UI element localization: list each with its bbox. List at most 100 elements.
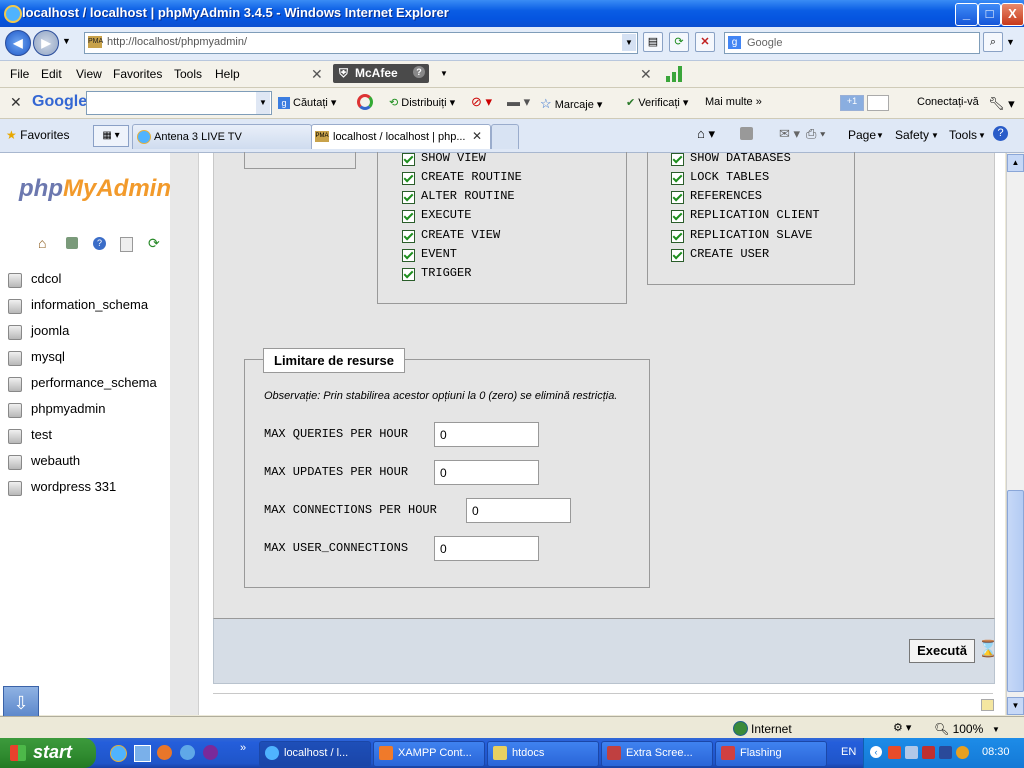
close-toolbar-icon[interactable]: ✕ bbox=[311, 66, 323, 83]
protected-mode-icon[interactable]: ⚙ ▾ bbox=[893, 721, 911, 734]
taskbar-item-xampp[interactable]: XAMPP Cont... bbox=[373, 741, 485, 767]
checkbox[interactable] bbox=[402, 249, 415, 262]
sidebar-splitter[interactable] bbox=[170, 153, 198, 715]
zoom-dropdown-icon[interactable]: ▼ bbox=[992, 725, 1000, 734]
block-icon[interactable]: ⊘ ▾ bbox=[471, 94, 492, 110]
google-search-dropdown-icon[interactable]: ▼ bbox=[256, 92, 270, 114]
more-button[interactable]: Mai multe » bbox=[705, 96, 762, 108]
menu-tools[interactable]: Tools bbox=[174, 67, 202, 81]
reload-icon[interactable]: ⟳ bbox=[148, 235, 160, 252]
search-options-icon[interactable]: ▼ bbox=[1006, 37, 1015, 47]
max-user-connections-input[interactable]: 0 bbox=[434, 536, 539, 561]
checkbox[interactable] bbox=[402, 172, 415, 185]
max-updates-input[interactable]: 0 bbox=[434, 460, 539, 485]
quick-launch-firefox-icon[interactable] bbox=[157, 745, 172, 760]
forward-button[interactable]: ▶ bbox=[33, 30, 59, 56]
scroll-down-button[interactable]: ▼ bbox=[1007, 697, 1024, 715]
maximize-button[interactable]: □ bbox=[978, 3, 1001, 26]
menu-help[interactable]: Help bbox=[215, 67, 240, 81]
docs-icon[interactable]: ? bbox=[93, 237, 106, 250]
history-dropdown-icon[interactable]: ▼ bbox=[62, 36, 71, 46]
tray-warning-icon[interactable] bbox=[956, 746, 969, 759]
taskbar-item-ie[interactable]: localhost / l... bbox=[259, 741, 371, 767]
mcafee-dropdown-icon[interactable]: ▼ bbox=[440, 69, 448, 78]
close-google-toolbar-icon[interactable]: ✕ bbox=[10, 94, 22, 111]
close-button[interactable]: X bbox=[1001, 3, 1024, 26]
home-icon[interactable]: ⌂ bbox=[38, 235, 46, 251]
tray-security-icon[interactable] bbox=[922, 746, 935, 759]
google-search-input[interactable]: ▼ bbox=[86, 91, 272, 115]
checkbox[interactable] bbox=[671, 191, 684, 204]
max-connections-input[interactable]: 0 bbox=[466, 498, 571, 523]
address-bar[interactable]: PMA http://localhost/phpmyadmin/ ▼ bbox=[84, 32, 638, 54]
start-button[interactable]: start bbox=[0, 738, 96, 768]
google-swirl-icon[interactable] bbox=[357, 94, 373, 110]
checkbox[interactable] bbox=[671, 153, 684, 166]
mail-icon[interactable]: ✉ ▾ bbox=[779, 126, 800, 142]
signin-link[interactable]: Conectați-vă bbox=[917, 96, 979, 108]
tab-localhost[interactable]: PMA localhost / localhost | php... ✕ bbox=[311, 124, 491, 149]
checkbox[interactable] bbox=[671, 210, 684, 223]
check-button[interactable]: ✔ Verificați ▾ bbox=[626, 96, 688, 109]
quick-tabs-icon[interactable]: ▦ ▾ bbox=[93, 125, 129, 147]
scroll-thumb[interactable] bbox=[1007, 490, 1024, 692]
back-button[interactable]: ◀ bbox=[5, 30, 31, 56]
tray-zone-icon[interactable] bbox=[939, 746, 952, 759]
checkbox[interactable] bbox=[402, 230, 415, 243]
address-dropdown-icon[interactable]: ▼ bbox=[622, 34, 636, 51]
stop-icon[interactable]: ✕ bbox=[695, 32, 715, 52]
taskbar-item-extra-screen[interactable]: Extra Scree... bbox=[601, 741, 713, 767]
checkbox[interactable] bbox=[402, 210, 415, 223]
tray-network-icon[interactable] bbox=[905, 746, 918, 759]
tools-menu[interactable]: Tools bbox=[949, 128, 977, 142]
taskbar-item-htdocs[interactable]: htdocs bbox=[487, 741, 599, 767]
clock[interactable]: 08:30 bbox=[982, 746, 1010, 758]
display-icon[interactable]: ▬ ▾ bbox=[507, 94, 530, 110]
menu-edit[interactable]: Edit bbox=[41, 67, 62, 81]
help-circle-icon[interactable]: ? bbox=[993, 126, 1008, 141]
mcafee-logo[interactable]: ⛨ McAfee ? bbox=[333, 64, 429, 83]
checkbox[interactable] bbox=[671, 172, 684, 185]
phpmyadmin-logo[interactable]: phpMyAdmin bbox=[19, 175, 171, 203]
quick-launch-desktop-icon[interactable] bbox=[134, 745, 151, 762]
exit-icon[interactable] bbox=[66, 237, 78, 249]
refresh-icon[interactable]: ⟳ bbox=[669, 32, 689, 52]
quick-launch-more-icon[interactable]: » bbox=[240, 742, 246, 754]
download-arrow-icon[interactable]: ⇩ bbox=[3, 686, 39, 720]
sql-docs-icon[interactable] bbox=[120, 237, 133, 252]
checkbox[interactable] bbox=[402, 153, 415, 166]
quick-launch-ie-icon[interactable] bbox=[110, 745, 127, 762]
close-tab-icon[interactable]: ✕ bbox=[472, 129, 482, 143]
feeds-icon[interactable] bbox=[740, 127, 753, 140]
quick-launch-yahoo-icon[interactable] bbox=[203, 745, 218, 760]
taskbar-item-flashing[interactable]: Flashing bbox=[715, 741, 827, 767]
home-icon[interactable]: ⌂ ▾ bbox=[697, 126, 715, 142]
checkbox[interactable] bbox=[671, 230, 684, 243]
page-menu[interactable]: Page bbox=[848, 128, 876, 142]
menu-favorites[interactable]: Favorites bbox=[113, 67, 162, 81]
quick-launch-media-icon[interactable] bbox=[180, 745, 195, 760]
minimize-button[interactable]: _ bbox=[955, 3, 978, 26]
search-input[interactable]: g Google bbox=[724, 32, 980, 54]
favorites-button[interactable]: ★ Favorites bbox=[6, 128, 69, 142]
checkbox[interactable] bbox=[402, 268, 415, 281]
execute-button[interactable]: Execută bbox=[909, 639, 975, 663]
menu-file[interactable]: File bbox=[10, 67, 29, 81]
bookmarks-button[interactable]: ☆ Marcaje ▾ bbox=[540, 96, 602, 112]
max-queries-input[interactable]: 0 bbox=[434, 422, 539, 447]
zoom-control[interactable]: 🔍︎ 100% bbox=[934, 722, 983, 736]
scroll-up-button[interactable]: ▲ bbox=[1007, 154, 1024, 172]
tab-antena3[interactable]: Antena 3 LIVE TV bbox=[132, 124, 312, 149]
new-tab-button[interactable] bbox=[491, 124, 519, 149]
wrench-icon[interactable]: 🔧︎ ▾ bbox=[988, 96, 1015, 112]
google-search-button[interactable]: g Căutați ▾ bbox=[278, 96, 336, 109]
language-indicator[interactable]: EN bbox=[841, 746, 856, 758]
checkbox[interactable] bbox=[402, 191, 415, 204]
checkbox[interactable] bbox=[671, 249, 684, 262]
search-icon[interactable]: ⌕ bbox=[983, 32, 1003, 52]
safety-menu[interactable]: Safety bbox=[895, 128, 929, 142]
close-toolbar2-icon[interactable]: ✕ bbox=[640, 66, 652, 83]
tray-app-icon[interactable] bbox=[888, 746, 901, 759]
plus-one-button[interactable]: +1 bbox=[840, 95, 864, 111]
print-icon[interactable]: ⎙ ▾ bbox=[806, 126, 825, 142]
